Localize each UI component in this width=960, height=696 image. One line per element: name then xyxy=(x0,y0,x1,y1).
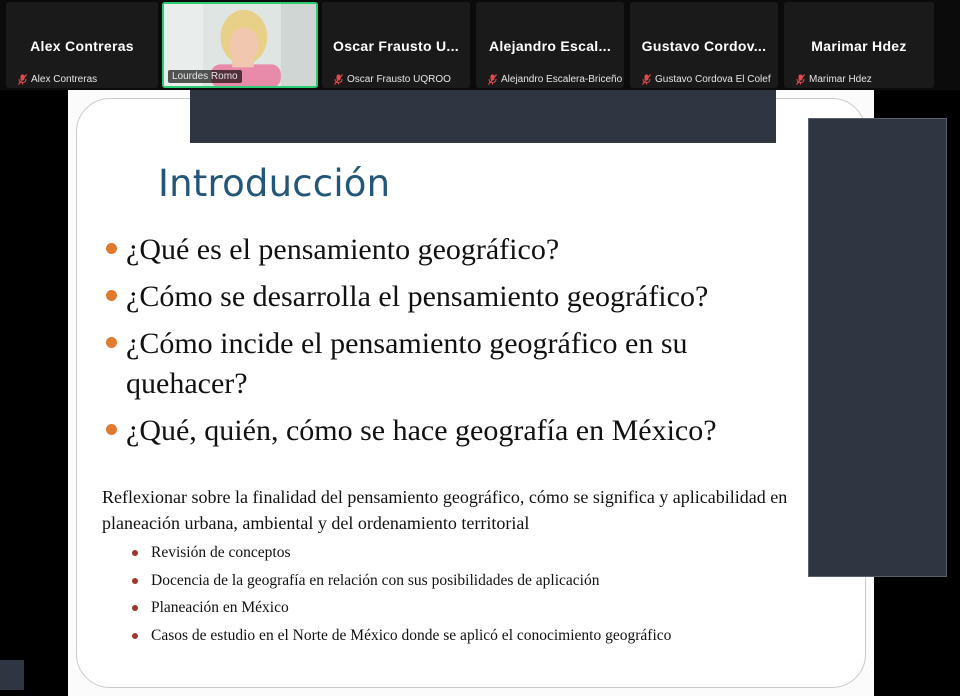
slide-title: Introducción xyxy=(158,162,391,205)
participant-tile[interactable]: Oscar Frausto U... Oscar Frausto UQROO xyxy=(322,2,470,88)
participant-tile[interactable]: Marimar Hdez Marimar Hdez xyxy=(784,2,934,88)
participant-display-name: Alex Contreras xyxy=(30,38,134,54)
participant-video-tile[interactable]: Lourdes Romo xyxy=(162,2,318,88)
participant-name: Gustavo Cordova El Colef xyxy=(655,74,771,85)
participant-label: Alejandro Escalera-Briceño xyxy=(488,74,622,85)
participant-name: Alejandro Escalera-Briceño xyxy=(501,74,623,85)
participant-name: Oscar Frausto UQROO xyxy=(347,74,451,85)
microphone-muted-icon xyxy=(334,74,343,85)
participant-display-name: Marimar Hdez xyxy=(811,38,907,54)
question-item: ¿Cómo incide el pensamiento geográfico e… xyxy=(106,324,806,404)
participant-name: Marimar Hdez xyxy=(809,74,872,85)
question-text: ¿Qué es el pensamiento geográfico? xyxy=(126,233,560,266)
participant-name: Alex Contreras xyxy=(31,74,98,85)
microphone-muted-icon xyxy=(18,74,27,85)
slide-header-bar xyxy=(190,90,776,143)
topic-text: Planeación en México xyxy=(151,599,289,616)
microphone-muted-icon xyxy=(488,74,497,85)
topic-text: Docencia de la geografía en relación con… xyxy=(151,571,600,589)
topic-item: Docencia de la geografía en relación con… xyxy=(132,567,671,595)
participant-label: Gustavo Cordova El Colef xyxy=(642,74,771,85)
bullet-icon xyxy=(132,605,138,611)
participant-strip: Alex Contreras Alex Contreras Lourdes Ro… xyxy=(0,0,960,90)
question-text: ¿Cómo incide el pensamiento geográfico e… xyxy=(126,327,688,400)
topic-text: Revisión de conceptos xyxy=(151,544,291,561)
bullet-icon xyxy=(132,550,138,556)
participant-display-name: Oscar Frausto U... xyxy=(333,38,459,54)
bullet-icon xyxy=(106,243,117,254)
participant-tile[interactable]: Alex Contreras Alex Contreras xyxy=(6,2,158,88)
question-item: ¿Qué, quién, cómo se hace geografía en M… xyxy=(106,411,806,451)
question-list: ¿Qué es el pensamiento geográfico? ¿Cómo… xyxy=(106,230,806,458)
topic-list: Revisión de conceptos Docencia de la geo… xyxy=(132,539,671,649)
topic-item: Casos de estudio en el Norte de México d… xyxy=(132,622,671,650)
participant-label: Oscar Frausto UQROO xyxy=(334,74,451,85)
participant-tile[interactable]: Alejandro Escal... Alejandro Escalera-Br… xyxy=(476,2,624,88)
bullet-icon xyxy=(132,577,138,584)
participant-display-name: Gustavo Cordov... xyxy=(641,38,767,54)
question-text: ¿Cómo se desarrolla el pensamiento geogr… xyxy=(126,280,709,313)
question-item: ¿Cómo se desarrolla el pensamiento geogr… xyxy=(106,277,806,317)
shared-screen: Introducción ¿Qué es el pensamiento geog… xyxy=(68,90,874,696)
corner-control[interactable] xyxy=(0,660,24,690)
topic-text: Casos de estudio en el Norte de México d… xyxy=(151,626,672,644)
microphone-muted-icon xyxy=(796,74,805,85)
participant-name: Lourdes Romo xyxy=(172,71,238,82)
bullet-icon xyxy=(132,632,138,639)
participant-label: Marimar Hdez xyxy=(796,74,872,85)
reflection-paragraph: Reflexionar sobre la finalidad del pensa… xyxy=(102,487,788,533)
participant-label: Lourdes Romo xyxy=(168,70,242,83)
topic-item: Revisión de conceptos xyxy=(132,539,671,567)
participant-tile[interactable]: Gustavo Cordov... Gustavo Cordova El Col… xyxy=(630,2,778,88)
participant-display-name: Alejandro Escal... xyxy=(488,38,612,54)
question-item: ¿Qué es el pensamiento geográfico? xyxy=(106,230,806,270)
question-text: ¿Qué, quién, cómo se hace geografía en M… xyxy=(126,414,717,447)
bullet-icon xyxy=(106,290,117,301)
microphone-muted-icon xyxy=(642,74,651,85)
bullet-icon xyxy=(106,337,117,348)
participant-label: Alex Contreras xyxy=(18,74,97,85)
bullet-icon xyxy=(106,424,117,435)
topic-item: Planeación en México xyxy=(132,594,671,622)
overlay-panel xyxy=(808,118,947,577)
